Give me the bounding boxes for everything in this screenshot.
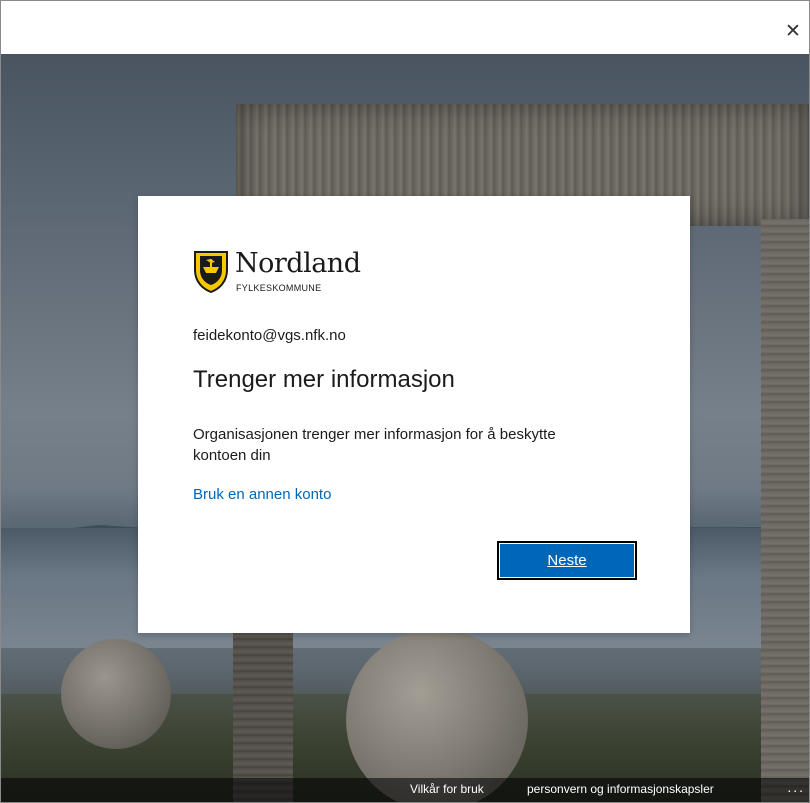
stone-sphere-left [61, 639, 171, 749]
next-button[interactable]: Neste [497, 541, 637, 580]
sign-in-window: ✕ Vilkår for bruk personvern og informas… [0, 0, 810, 803]
stone-pillar-left [233, 624, 293, 802]
logo-name: Nordland [235, 248, 361, 279]
close-icon: ✕ [785, 20, 801, 42]
title-bar: ✕ [1, 1, 809, 54]
privacy-cookies-link[interactable]: personvern og informasjonskapsler [527, 782, 714, 796]
shield-logo-icon [194, 251, 228, 294]
logo-subtitle: FYLKESKOMMUNE [236, 283, 322, 293]
sign-in-dialog: Nordland FYLKESKOMMUNE feidekonto@vgs.nf… [138, 196, 690, 633]
organization-logo: Nordland FYLKESKOMMUNE [193, 248, 373, 298]
footer-bar: Vilkår for bruk personvern og informasjo… [1, 778, 809, 802]
description-text: Organisasjonen trenger mer informasjon f… [193, 426, 556, 464]
more-options-button[interactable]: ... [787, 779, 805, 795]
use-another-account-link[interactable]: Bruk en annen konto [193, 486, 331, 503]
terms-of-use-link[interactable]: Vilkår for bruk [410, 782, 484, 796]
stone-pillar-right [761, 219, 809, 802]
page-title: Trenger mer informasjon [193, 366, 455, 393]
account-identifier: feidekonto@vgs.nfk.no [193, 327, 346, 344]
close-button[interactable]: ✕ [781, 19, 805, 43]
stone-sphere-center [346, 629, 528, 802]
